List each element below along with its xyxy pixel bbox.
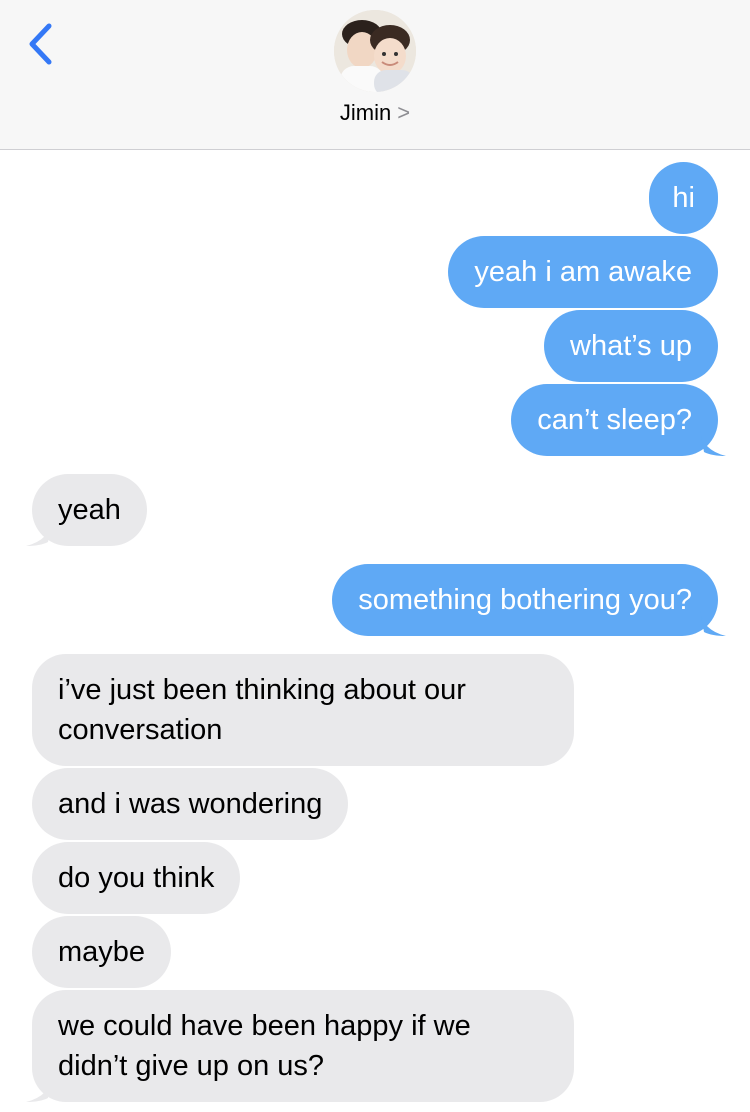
back-button[interactable] bbox=[18, 20, 62, 68]
message-bubble-outgoing[interactable]: can’t sleep? bbox=[511, 384, 718, 456]
message-bubble-incoming[interactable]: do you think bbox=[32, 842, 241, 914]
message-bubble-incoming[interactable]: we could have been happy if we didn’t gi… bbox=[32, 990, 574, 1102]
bubble-tail bbox=[700, 610, 726, 636]
bubble-tail bbox=[26, 520, 52, 546]
avatar-photo bbox=[334, 10, 416, 92]
contact-name: Jimin bbox=[339, 100, 392, 125]
message-bubble-incoming[interactable]: and i was wondering bbox=[32, 768, 349, 840]
contact-name-button[interactable]: Jimin > bbox=[0, 100, 750, 126]
conversation-header: Jimin > bbox=[0, 0, 750, 150]
message-bubble-incoming[interactable]: maybe bbox=[32, 916, 172, 988]
bubble-tail bbox=[26, 1076, 52, 1102]
contact-avatar[interactable] bbox=[334, 10, 416, 92]
message-bubble-outgoing[interactable]: what’s up bbox=[544, 310, 718, 382]
message-bubble-outgoing[interactable]: hi bbox=[649, 162, 718, 234]
message-bubble-outgoing[interactable]: yeah i am awake bbox=[448, 236, 718, 308]
message-bubble-incoming[interactable]: i’ve just been thinking about our conver… bbox=[32, 654, 574, 766]
bubble-tail bbox=[700, 430, 726, 456]
chevron-left-icon bbox=[29, 23, 52, 65]
chevron-right-icon: > bbox=[397, 100, 411, 125]
message-bubble-outgoing[interactable]: something bothering you? bbox=[332, 564, 718, 636]
